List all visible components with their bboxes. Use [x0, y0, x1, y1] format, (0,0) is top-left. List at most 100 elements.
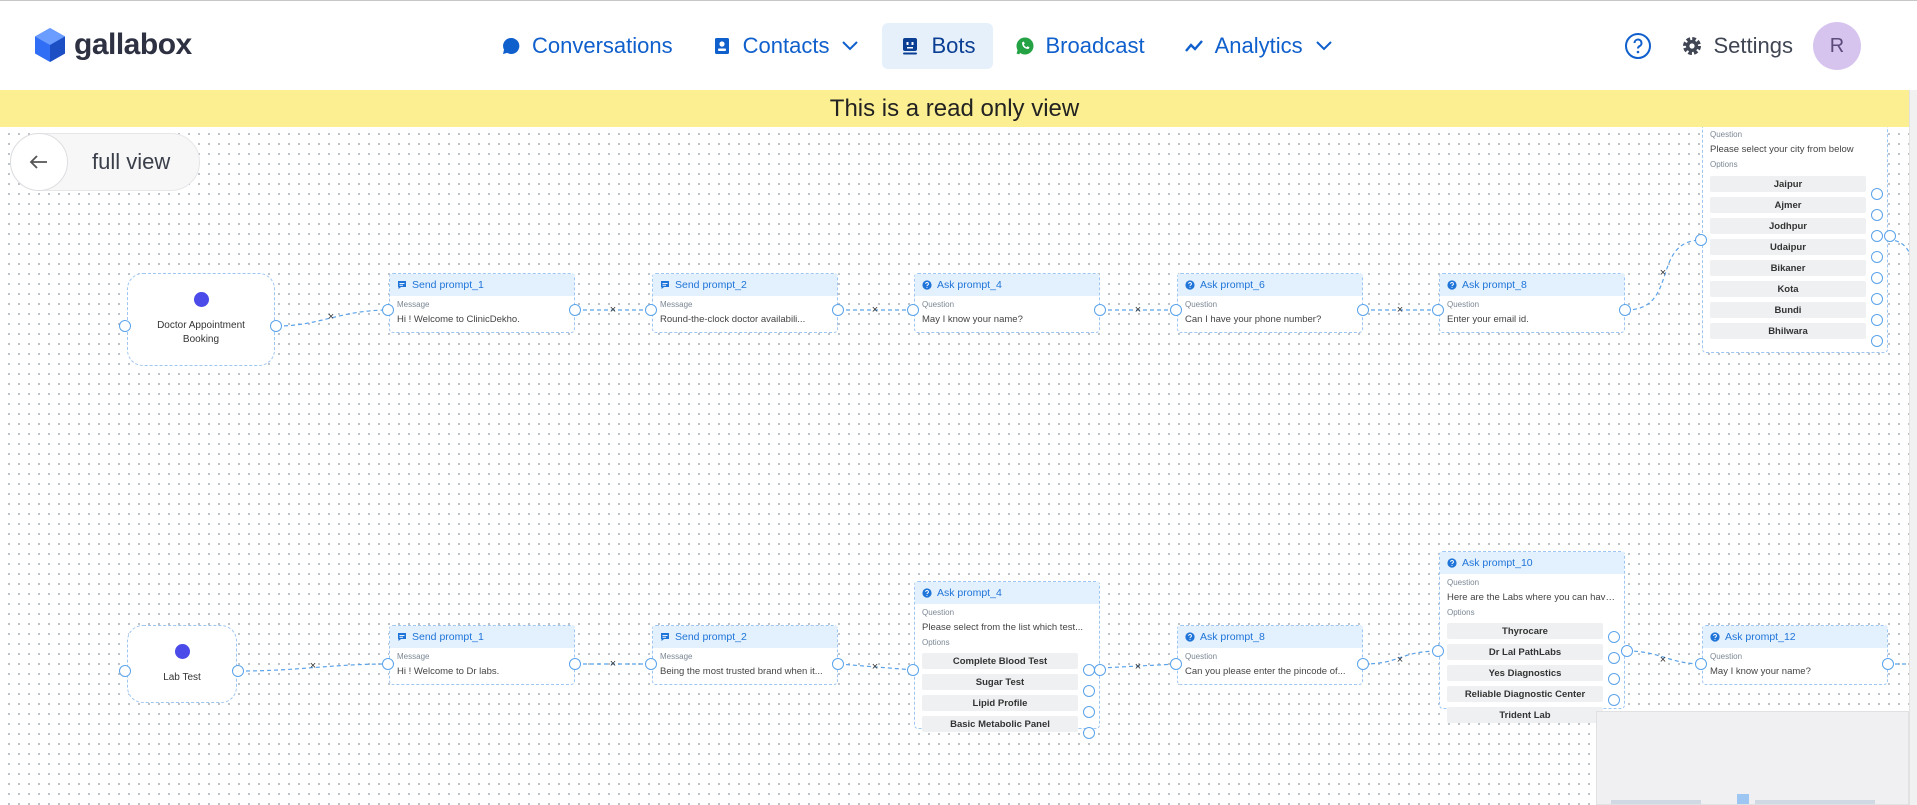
- delete-edge-icon[interactable]: ×: [608, 305, 618, 316]
- option-item: Complete Blood Test: [922, 653, 1078, 669]
- node-port[interactable]: [1619, 304, 1631, 316]
- delete-edge-icon[interactable]: ×: [308, 661, 318, 672]
- delete-edge-icon[interactable]: ×: [1133, 305, 1143, 316]
- option-item: Reliable Diagnostic Center: [1447, 686, 1603, 702]
- node-port[interactable]: [119, 320, 131, 332]
- option-port[interactable]: [1871, 230, 1883, 242]
- bot-flow-canvas[interactable]: full view Doctor Appointment Booking Sen…: [0, 127, 1909, 805]
- flow-node[interactable]: Send prompt_1 Message Hi ! Welcome to Dr…: [389, 625, 575, 685]
- nav-analytics[interactable]: Analytics: [1166, 23, 1352, 69]
- flow-node[interactable]: Ask prompt_8 Question Enter your email i…: [1439, 273, 1625, 333]
- node-header: Ask prompt_12: [1703, 626, 1887, 648]
- nav-contacts[interactable]: Contacts: [694, 23, 879, 69]
- delete-edge-icon[interactable]: ×: [1658, 268, 1668, 279]
- flow-node-city-select[interactable]: Question Please select your city from be…: [1702, 127, 1888, 353]
- settings-button[interactable]: Settings: [1680, 33, 1793, 59]
- option-port[interactable]: [1094, 664, 1106, 676]
- user-avatar[interactable]: R: [1813, 22, 1861, 70]
- nav-bots-label: Bots: [931, 33, 976, 58]
- delete-edge-icon[interactable]: ×: [870, 662, 880, 673]
- option-port[interactable]: [1871, 251, 1883, 263]
- node-port[interactable]: [1357, 658, 1369, 670]
- option-port[interactable]: [1871, 272, 1883, 284]
- brand-logo[interactable]: gallabox: [34, 26, 192, 64]
- whatsapp-icon: [1014, 35, 1036, 57]
- nav-broadcast[interactable]: Broadcast: [997, 23, 1162, 69]
- node-title: Ask prompt_4: [937, 587, 1002, 599]
- delete-edge-icon[interactable]: ×: [870, 305, 880, 316]
- node-port[interactable]: [1094, 304, 1106, 316]
- question-icon: [922, 280, 932, 290]
- node-port[interactable]: [1170, 658, 1182, 670]
- flow-node-test-select[interactable]: Ask prompt_4 Question Please select from…: [914, 581, 1100, 732]
- node-port[interactable]: [270, 320, 282, 332]
- flow-node-lab-select[interactable]: Ask prompt_10 Question Here are the Labs…: [1439, 551, 1625, 723]
- option-port[interactable]: [1871, 209, 1883, 221]
- node-header: Ask prompt_8: [1178, 626, 1362, 648]
- chevron-down-icon: [839, 35, 861, 57]
- option-port[interactable]: [1608, 694, 1620, 706]
- delete-edge-icon[interactable]: ×: [1658, 655, 1668, 666]
- nav-bots[interactable]: Bots: [882, 23, 993, 69]
- node-header: Ask prompt_8: [1440, 274, 1624, 296]
- back-button[interactable]: [10, 133, 68, 191]
- nav-conversations[interactable]: Conversations: [483, 23, 690, 69]
- node-port[interactable]: [382, 304, 394, 316]
- delete-edge-icon[interactable]: ×: [1395, 655, 1405, 666]
- bot-icon: [899, 35, 921, 57]
- delete-edge-icon[interactable]: ×: [1133, 662, 1143, 673]
- node-port[interactable]: [232, 665, 244, 677]
- flow-node[interactable]: Ask prompt_8 Question Can you please ent…: [1177, 625, 1363, 685]
- option-port[interactable]: [1871, 188, 1883, 200]
- start-node-lab-test[interactable]: Lab Test: [127, 625, 237, 703]
- option-port[interactable]: [1871, 314, 1883, 326]
- node-port[interactable]: [832, 658, 844, 670]
- node-port[interactable]: [1882, 658, 1894, 670]
- option-port[interactable]: [1608, 652, 1620, 664]
- option-port[interactable]: [1608, 673, 1620, 685]
- node-port[interactable]: [569, 304, 581, 316]
- node-message: Hi ! Welcome to ClinicDekho.: [397, 314, 520, 325]
- vertical-scrollbar[interactable]: [1909, 90, 1917, 805]
- option-port[interactable]: [1083, 727, 1095, 739]
- node-port[interactable]: [569, 658, 581, 670]
- flow-node[interactable]: Send prompt_2 Message Being the most tru…: [652, 625, 838, 685]
- node-port[interactable]: [907, 664, 919, 676]
- node-subtitle: Question: [922, 300, 955, 309]
- node-port[interactable]: [907, 304, 919, 316]
- option-port[interactable]: [1083, 685, 1095, 697]
- delete-edge-icon[interactable]: ×: [326, 312, 336, 323]
- node-port[interactable]: [832, 304, 844, 316]
- flow-node[interactable]: Ask prompt_6 Question Can I have your ph…: [1177, 273, 1363, 333]
- start-node-doctor-appointment[interactable]: Doctor Appointment Booking: [127, 273, 275, 366]
- node-subtitle: Message: [397, 300, 430, 309]
- flow-node[interactable]: Ask prompt_12 Question May I know your n…: [1702, 625, 1888, 685]
- node-port[interactable]: [119, 665, 131, 677]
- option-port[interactable]: [1871, 335, 1883, 347]
- flow-node[interactable]: Send prompt_2 Message Round-the-clock do…: [652, 273, 838, 333]
- flow-node[interactable]: Ask prompt_4 Question May I know your na…: [914, 273, 1100, 333]
- node-port[interactable]: [382, 658, 394, 670]
- option-port[interactable]: [1884, 230, 1896, 242]
- delete-edge-icon[interactable]: ×: [608, 659, 618, 670]
- node-port[interactable]: [645, 304, 657, 316]
- option-port[interactable]: [1871, 293, 1883, 305]
- node-port[interactable]: [1432, 304, 1444, 316]
- node-port[interactable]: [1432, 645, 1444, 657]
- node-port[interactable]: [1695, 658, 1707, 670]
- node-port[interactable]: [1695, 234, 1707, 246]
- minimap-node: [1611, 800, 1701, 804]
- node-subtitle: Question: [1447, 300, 1480, 309]
- flow-node[interactable]: Send prompt_1 Message Hi ! Welcome to Cl…: [389, 273, 575, 333]
- node-port[interactable]: [1170, 304, 1182, 316]
- node-port[interactable]: [1357, 304, 1369, 316]
- option-port[interactable]: [1083, 706, 1095, 718]
- node-header: Ask prompt_4: [915, 582, 1099, 604]
- node-port[interactable]: [645, 658, 657, 670]
- help-circle-icon[interactable]: [1624, 32, 1652, 60]
- option-port[interactable]: [1621, 645, 1633, 657]
- node-question: May I know your name?: [922, 314, 1023, 325]
- option-port[interactable]: [1608, 631, 1620, 643]
- canvas-minimap[interactable]: [1596, 711, 1909, 805]
- delete-edge-icon[interactable]: ×: [1395, 305, 1405, 316]
